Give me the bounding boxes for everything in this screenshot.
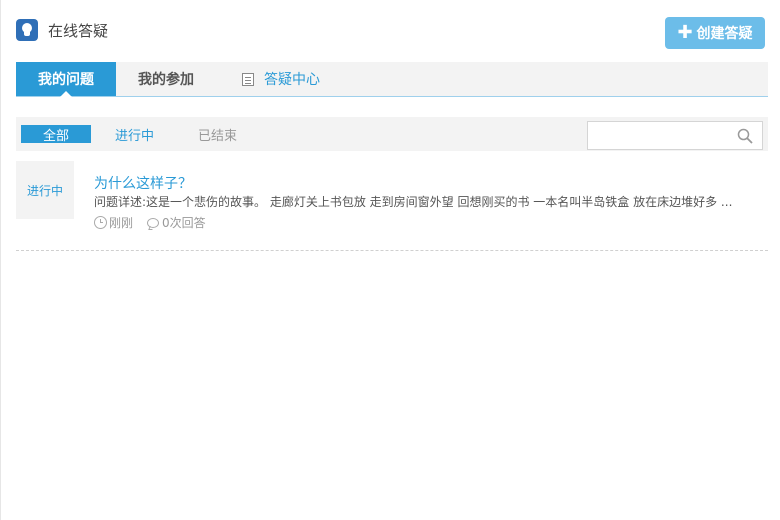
question-list-item: 进行中 为什么这样子？ 问题详述:这是一个悲伤的故事。 走廊灯关上书包放 走到房… <box>16 161 768 251</box>
page: 在线答疑 ✚ 创建答疑 我的问题 我的参加 答疑中心 全部 进行中 已结束 进行… <box>0 0 780 520</box>
tab-my-participation[interactable]: 我的参加 <box>116 62 216 96</box>
tab-qa-center[interactable]: 答疑中心 <box>216 62 346 96</box>
main-tabs: 我的问题 我的参加 答疑中心 <box>16 62 768 97</box>
document-icon <box>242 72 254 86</box>
search-box <box>587 121 763 150</box>
tab-qa-center-label: 答疑中心 <box>264 72 320 88</box>
tab-my-questions[interactable]: 我的问题 <box>16 62 116 97</box>
page-title: 在线答疑 <box>48 21 109 40</box>
filter-ended[interactable]: 已结束 <box>178 125 257 144</box>
plus-icon: ✚ <box>677 22 693 43</box>
question-title[interactable]: 为什么这样子？ <box>94 173 192 193</box>
create-qa-button[interactable]: ✚ 创建答疑 <box>665 17 765 49</box>
tab-my-questions-label: 我的问题 <box>38 72 94 88</box>
create-qa-button-label: 创建答疑 <box>696 26 753 42</box>
header: 在线答疑 <box>16 16 108 44</box>
search-input[interactable] <box>588 122 728 149</box>
comment-icon <box>147 217 160 228</box>
question-description: 问题详述:这是一个悲伤的故事。 走廊灯关上书包放 走到房间窗外望 回想刚买的书 … <box>94 195 733 209</box>
status-badge: 进行中 <box>16 161 74 219</box>
filter-in-progress[interactable]: 进行中 <box>95 125 174 144</box>
answer-count: 0次回答 <box>162 216 206 230</box>
lightbulb-icon <box>16 19 38 41</box>
filter-all[interactable]: 全部 <box>21 125 91 144</box>
question-time: 刚刚 <box>109 216 134 230</box>
clock-icon <box>94 216 107 229</box>
tab-my-participation-label: 我的参加 <box>138 72 194 88</box>
search-icon[interactable] <box>737 128 753 144</box>
filter-bar: 全部 进行中 已结束 <box>16 117 768 151</box>
question-meta: 刚刚 0次回答 <box>94 214 206 231</box>
active-tab-indicator <box>60 91 72 97</box>
